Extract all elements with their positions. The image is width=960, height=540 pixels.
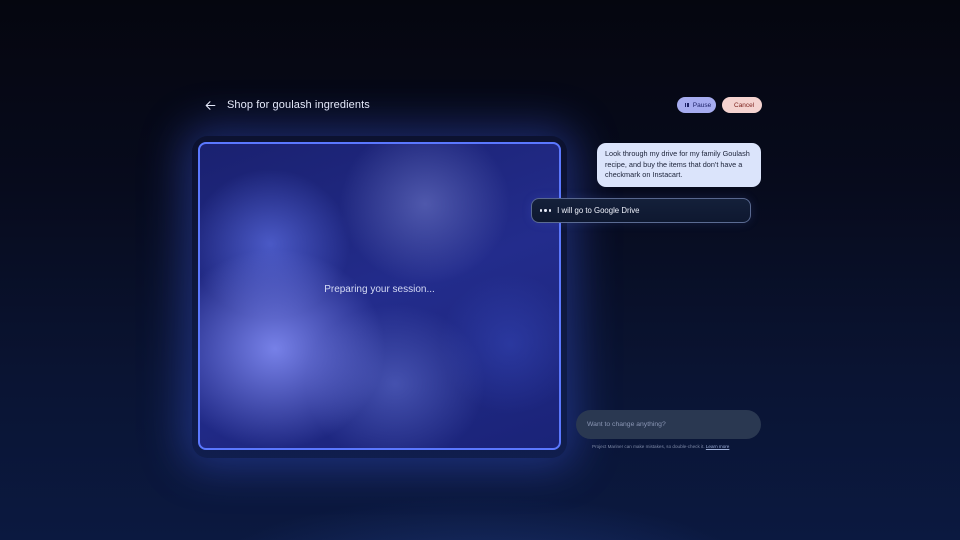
session-status-text: Preparing your session... xyxy=(324,284,435,295)
disclaimer: Project Mariner can make mistakes, so do… xyxy=(592,444,729,449)
task-header: Shop for goulash ingredients xyxy=(201,95,370,115)
chat-input[interactable] xyxy=(576,410,761,439)
learn-more-link[interactable]: Learn more xyxy=(706,444,730,449)
agent-status-bubble: I will go to Google Drive xyxy=(531,198,751,223)
cancel-button[interactable]: Cancel xyxy=(722,97,762,113)
session-viewport: Preparing your session... xyxy=(198,142,561,450)
page-title: Shop for goulash ingredients xyxy=(227,99,370,111)
back-button[interactable] xyxy=(201,96,219,114)
thinking-dots-icon xyxy=(540,209,552,212)
arrow-left-icon xyxy=(205,100,215,110)
pause-icon xyxy=(685,102,689,108)
disclaimer-text: Project Mariner can make mistakes, so do… xyxy=(592,444,705,449)
pause-label: Pause xyxy=(692,101,712,109)
session-controls: Pause Cancel xyxy=(677,97,762,113)
pause-button[interactable]: Pause xyxy=(677,97,716,113)
agent-status-text: I will go to Google Drive xyxy=(557,206,640,215)
user-message-bubble: Look through my drive for my family Goul… xyxy=(597,143,761,187)
cancel-label: Cancel xyxy=(734,101,755,109)
